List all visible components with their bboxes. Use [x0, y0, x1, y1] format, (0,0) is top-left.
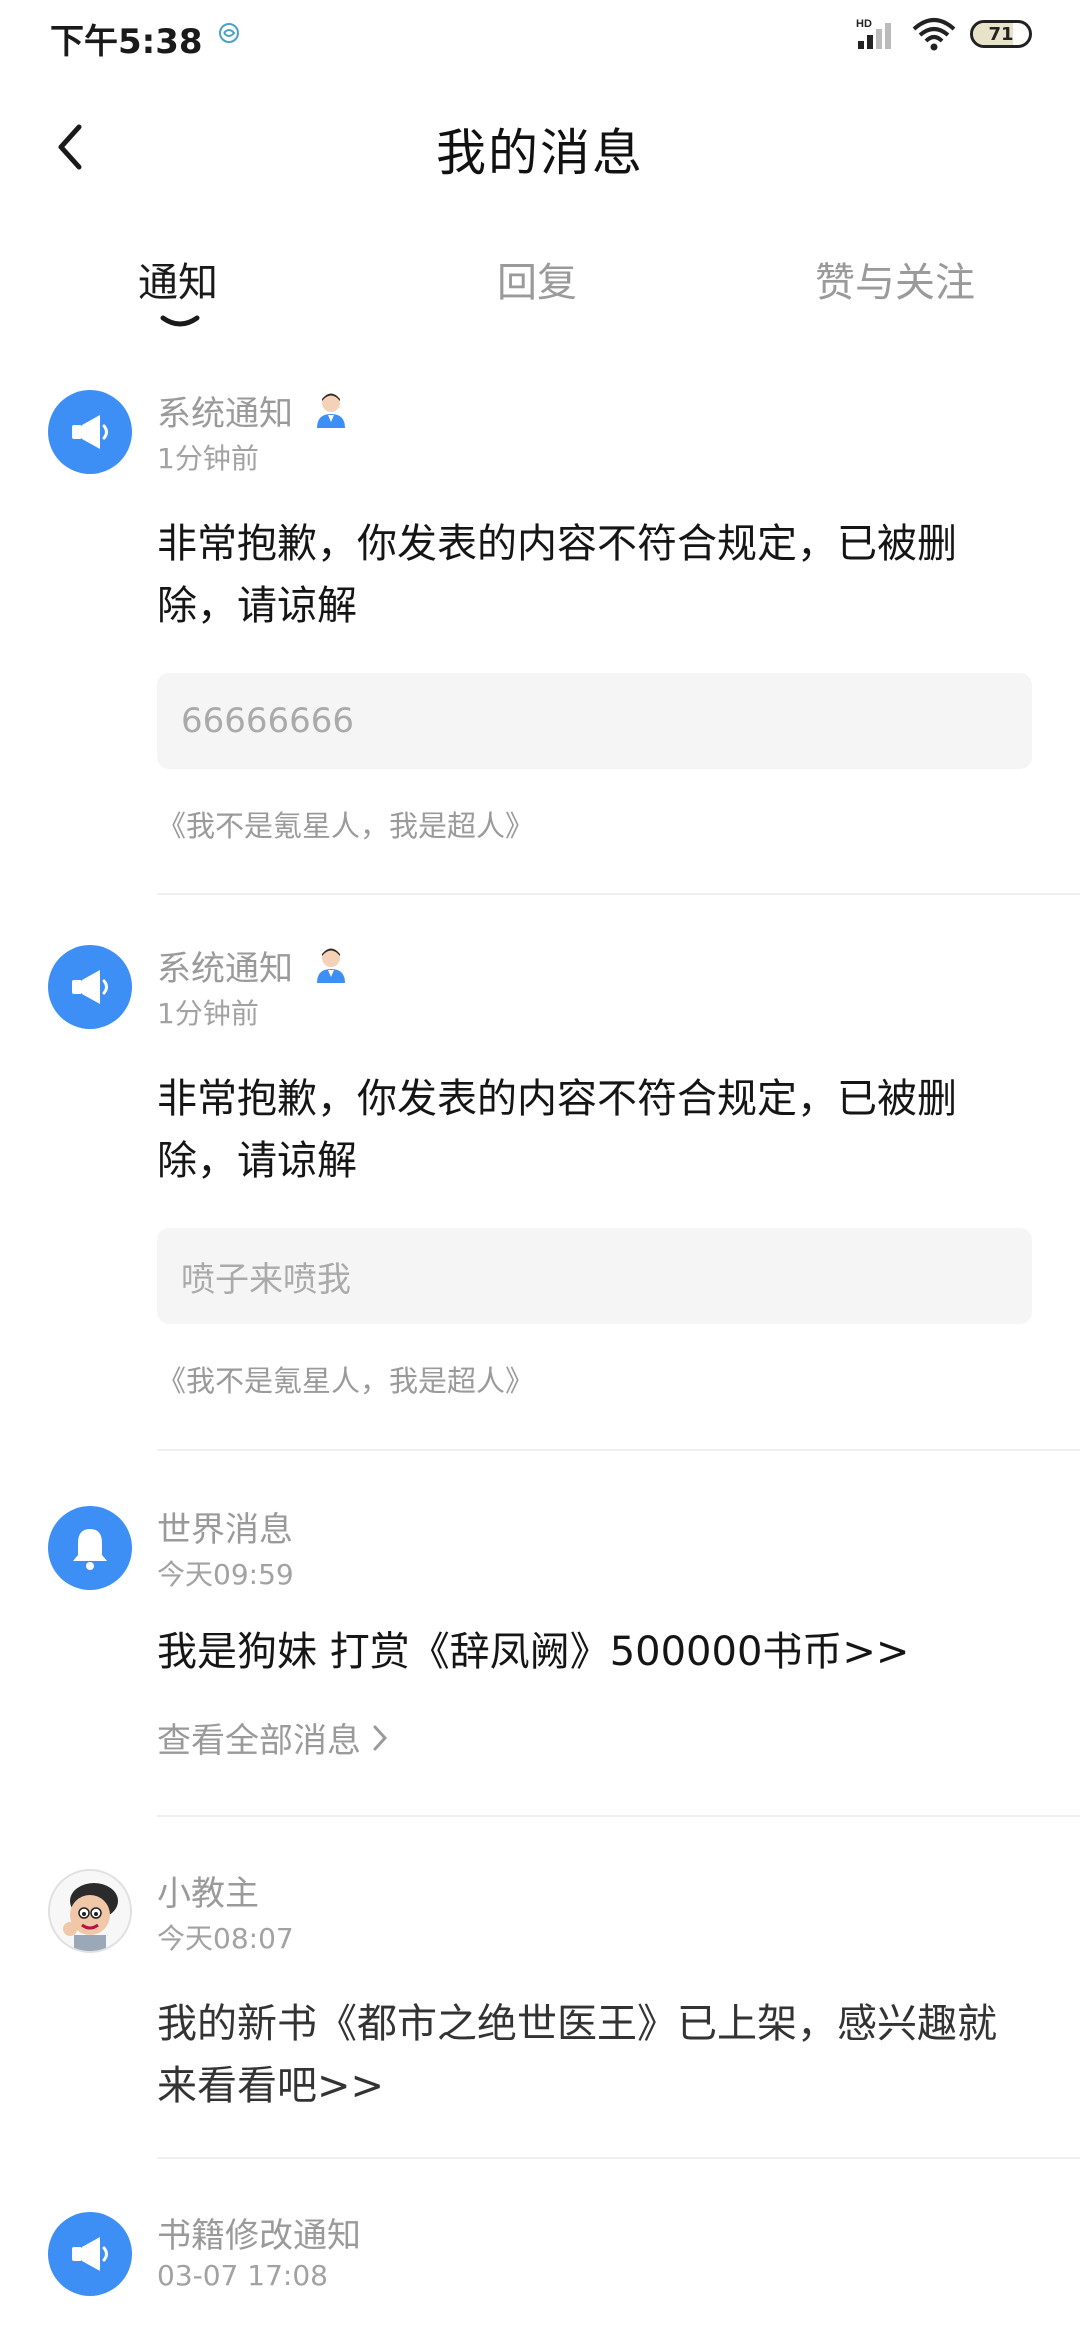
book-edit-notice-avatar — [48, 2212, 132, 2296]
message-time: 03-07 17:08 — [157, 2259, 328, 2292]
world-message-avatar — [48, 1506, 132, 1590]
battery-icon: 71 — [970, 20, 1032, 48]
battery-level: 71 — [988, 23, 1014, 45]
view-all-label: 查看全部消息 — [157, 1721, 361, 1761]
message-body: 我的新书《都市之绝世医王》已上架，感兴趣就来看看吧>> — [157, 2001, 997, 2109]
book-reference[interactable]: 《我不是氪星人，我是超人》 — [157, 1358, 1032, 1400]
signal-icon: HD — [856, 18, 891, 49]
status-time: 下午5:38 — [50, 22, 203, 62]
status-bar: 下午5:38 HD 71 — [0, 0, 1080, 70]
list-item[interactable]: 书籍修改通知 03-07 17:08 — [0, 2159, 1080, 2319]
network-type-label: HD — [856, 18, 872, 30]
page-title: 我的消息 — [436, 124, 644, 182]
chevron-right-icon — [373, 1725, 388, 1750]
sender-name: 系统通知 — [157, 393, 293, 434]
official-person-icon — [317, 948, 345, 983]
system-notice-avatar — [48, 945, 132, 1029]
megaphone-icon — [72, 2237, 108, 2271]
message-time: 1分钟前 — [157, 997, 259, 1030]
message-body: 非常抱歉，你发表的内容不符合规定，已被删除，请谅解 — [157, 521, 957, 629]
sender-name[interactable]: 小教主 — [157, 1866, 259, 1915]
wifi-icon — [912, 18, 956, 51]
sender-name: 世界消息 — [157, 1509, 293, 1550]
message-list: 系统通知 1分钟前 非常抱歉，你发表的内容不符合规定，已被删除，请谅解 6666… — [0, 385, 1080, 2319]
list-item[interactable]: 系统通知 1分钟前 非常抱歉，你发表的内容不符合规定，已被删除，请谅解 喷子来喷… — [0, 895, 1080, 1451]
user-avatar[interactable] — [48, 1869, 132, 1953]
quoted-content: 喷子来喷我 — [157, 1228, 1032, 1324]
message-time: 今天09:59 — [157, 1558, 294, 1591]
book-reference[interactable]: 《我不是氪星人，我是超人》 — [157, 803, 1032, 845]
active-tab-indicator — [160, 315, 200, 327]
sender-name: 书籍修改通知 — [157, 2215, 361, 2256]
view-all-messages-link[interactable]: 查看全部消息 — [157, 1713, 1032, 1762]
tab-bar: 通知 回复 赞与关注 — [0, 250, 1080, 340]
tab-replies[interactable]: 回复 — [497, 250, 577, 308]
status-right: HD 71 — [854, 14, 1032, 54]
megaphone-icon — [72, 415, 108, 449]
app-notification-icon — [219, 23, 239, 43]
message-body: 我是狗妹 打赏《辞凤阙》500000书币>> — [157, 1629, 910, 1675]
message-time: 今天08:07 — [157, 1922, 294, 1955]
tab-notifications[interactable]: 通知 — [138, 250, 218, 308]
list-item[interactable]: 系统通知 1分钟前 非常抱歉，你发表的内容不符合规定，已被删除，请谅解 6666… — [0, 385, 1080, 895]
header: 我的消息 — [0, 95, 1080, 205]
sender-name: 系统通知 — [157, 948, 293, 989]
message-time: 1分钟前 — [157, 442, 259, 475]
cartoon-avatar — [50, 1871, 130, 1951]
quoted-content: 66666666 — [157, 673, 1032, 769]
megaphone-icon — [72, 970, 108, 1004]
message-body: 非常抱歉，你发表的内容不符合规定，已被删除，请谅解 — [157, 1076, 957, 1184]
list-item[interactable]: 小教主 今天08:07 我的新书《都市之绝世医王》已上架，感兴趣就来看看吧>> — [0, 1817, 1080, 2159]
bell-icon — [73, 1529, 107, 1570]
official-person-icon — [317, 393, 345, 428]
system-notice-avatar — [48, 390, 132, 474]
tab-likes-follows[interactable]: 赞与关注 — [815, 250, 975, 308]
list-item[interactable]: 世界消息 今天09:59 我是狗妹 打赏《辞凤阙》500000书币>> 查看全部… — [0, 1451, 1080, 1817]
